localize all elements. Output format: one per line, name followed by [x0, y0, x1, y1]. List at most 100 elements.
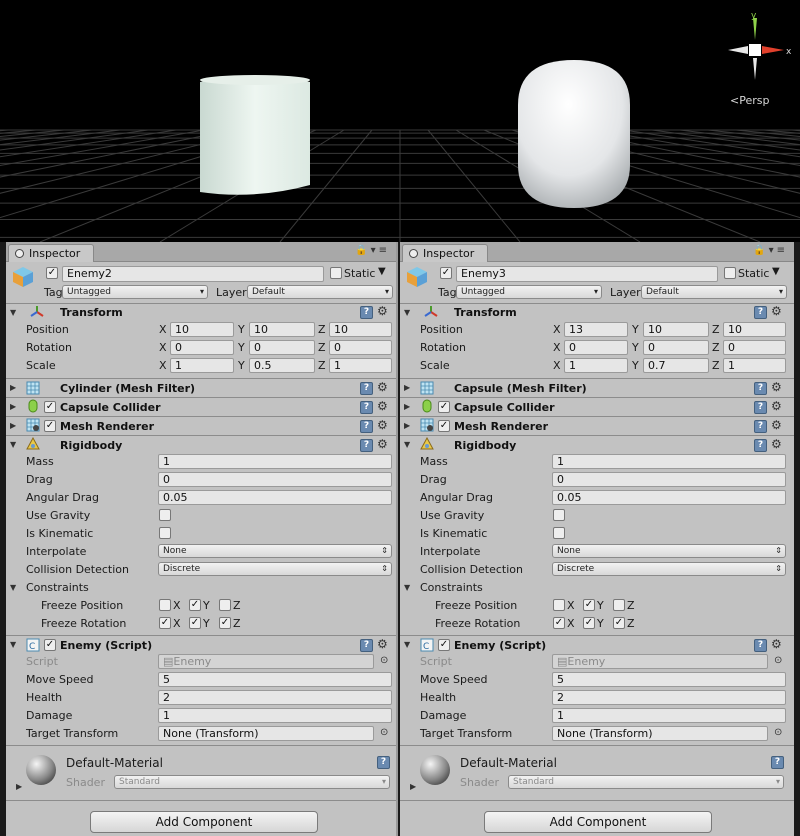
rigidbody-header[interactable]: ▼ Rigidbody ? ⚙ — [400, 436, 794, 454]
z-field[interactable]: 10 — [723, 322, 786, 337]
object-name-field[interactable]: Enemy3 — [456, 266, 718, 282]
help-icon[interactable]: ? — [360, 439, 373, 452]
freeze-pos-z-checkbox[interactable] — [613, 599, 625, 611]
fold-down-icon[interactable]: ▼ — [10, 583, 16, 592]
help-icon[interactable]: ? — [754, 382, 767, 395]
enabled-checkbox[interactable]: ✓ — [44, 420, 56, 432]
tab-inspector[interactable]: Inspector — [402, 244, 488, 262]
gear-icon[interactable]: ⚙ — [771, 380, 782, 394]
constraints-label[interactable]: Constraints — [26, 581, 89, 594]
mesh-filter-header[interactable]: ▶ Cylinder (Mesh Filter) ? ⚙ — [6, 379, 396, 397]
freeze-rot-x-checkbox[interactable]: ✓ — [553, 617, 565, 629]
angular-drag-field[interactable]: 0.05 — [552, 490, 786, 505]
fold-right-icon[interactable]: ▶ — [10, 383, 16, 392]
gear-icon[interactable]: ⚙ — [377, 304, 388, 318]
fold-right-icon[interactable]: ▶ — [16, 782, 22, 791]
help-icon[interactable]: ? — [360, 401, 373, 414]
collision-detection-dropdown[interactable]: Discrete ⇕ — [552, 562, 786, 576]
y-field[interactable]: 10 — [643, 322, 709, 337]
freeze-rot-z-checkbox[interactable]: ✓ — [219, 617, 231, 629]
collider-header[interactable]: ▶ ✓ Capsule Collider ? ⚙ — [400, 398, 794, 416]
x-field[interactable]: 0 — [170, 340, 234, 355]
help-icon[interactable]: ? — [377, 756, 390, 769]
z-field[interactable]: 0 — [329, 340, 392, 355]
help-icon[interactable]: ? — [360, 306, 373, 319]
fold-down-icon[interactable]: ▼ — [404, 440, 410, 449]
y-field[interactable]: 10 — [249, 322, 315, 337]
fold-down-icon[interactable]: ▼ — [404, 583, 410, 592]
z-field[interactable]: 0 — [723, 340, 786, 355]
enabled-checkbox[interactable]: ✓ — [44, 401, 56, 413]
is-kinematic-checkbox[interactable] — [553, 527, 565, 539]
tab-inspector[interactable]: Inspector — [8, 244, 94, 262]
collider-header[interactable]: ▶ ✓ Capsule Collider ? ⚙ — [6, 398, 396, 416]
fold-down-icon[interactable]: ▼ — [404, 308, 410, 317]
interpolate-dropdown[interactable]: None ⇕ — [552, 544, 786, 558]
tab-tools[interactable]: 🔒▾≡ — [355, 245, 390, 256]
help-icon[interactable]: ? — [360, 639, 373, 652]
fold-down-icon[interactable]: ▼ — [10, 440, 16, 449]
enabled-checkbox[interactable]: ✓ — [438, 420, 450, 432]
z-field[interactable]: 1 — [723, 358, 786, 373]
gear-icon[interactable]: ⚙ — [377, 380, 388, 394]
help-icon[interactable]: ? — [771, 756, 784, 769]
tab-tools[interactable]: 🔒▾≡ — [753, 245, 788, 256]
target-transform-field[interactable]: None (Transform) — [158, 726, 374, 741]
renderer-header[interactable]: ▶ ✓ Mesh Renderer ? ⚙ — [400, 417, 794, 435]
rigidbody-header[interactable]: ▼ Rigidbody ? ⚙ — [6, 436, 396, 454]
x-field[interactable]: 0 — [564, 340, 628, 355]
fold-right-icon[interactable]: ▶ — [10, 421, 16, 430]
object-name-field[interactable]: Enemy2 — [62, 266, 324, 282]
target-transform-field[interactable]: None (Transform) — [552, 726, 768, 741]
freeze-pos-z-checkbox[interactable] — [219, 599, 231, 611]
fold-right-icon[interactable]: ▶ — [404, 421, 410, 430]
persp-label[interactable]: <Persp — [730, 94, 769, 107]
health-field[interactable]: 2 — [158, 690, 392, 705]
freeze-rot-y-checkbox[interactable]: ✓ — [189, 617, 201, 629]
freeze-pos-y-checkbox[interactable]: ✓ — [583, 599, 595, 611]
y-field[interactable]: 0.5 — [249, 358, 315, 373]
z-field[interactable]: 1 — [329, 358, 392, 373]
fold-down-icon[interactable]: ▼ — [10, 308, 16, 317]
help-icon[interactable]: ? — [754, 439, 767, 452]
layer-dropdown[interactable]: Default ▾ — [641, 285, 787, 299]
move-speed-field[interactable]: 5 — [552, 672, 786, 687]
gear-icon[interactable]: ⚙ — [771, 399, 782, 413]
help-icon[interactable]: ? — [754, 420, 767, 433]
add-component-button[interactable]: Add Component — [484, 811, 712, 833]
gear-icon[interactable]: ⚙ — [771, 304, 782, 318]
drag-field[interactable]: 0 — [158, 472, 392, 487]
gear-icon[interactable]: ⚙ — [377, 399, 388, 413]
x-field[interactable]: 1 — [170, 358, 234, 373]
gear-icon[interactable]: ⚙ — [771, 637, 782, 651]
use-gravity-checkbox[interactable] — [159, 509, 171, 521]
gear-icon[interactable]: ⚙ — [377, 418, 388, 432]
gear-icon[interactable]: ⚙ — [771, 418, 782, 432]
menu-icon[interactable]: ▾≡ — [769, 245, 788, 256]
fold-right-icon[interactable]: ▶ — [404, 402, 410, 411]
static-checkbox[interactable] — [724, 267, 736, 279]
tag-dropdown[interactable]: Untagged ▾ — [456, 285, 602, 299]
gear-icon[interactable]: ⚙ — [377, 637, 388, 651]
y-field[interactable]: 0 — [249, 340, 315, 355]
mesh-filter-header[interactable]: ▶ Capsule (Mesh Filter) ? ⚙ — [400, 379, 794, 397]
enabled-checkbox[interactable]: ✓ — [44, 639, 56, 651]
enabled-checkbox[interactable]: ✓ — [438, 639, 450, 651]
static-dropdown-icon[interactable]: ▼ — [772, 266, 780, 277]
add-component-button[interactable]: Add Component — [90, 811, 318, 833]
fold-right-icon[interactable]: ▶ — [410, 782, 416, 791]
orientation-gizmo[interactable]: y x — [718, 10, 798, 90]
constraints-label[interactable]: Constraints — [420, 581, 483, 594]
script-header[interactable]: ▼ C ✓ Enemy (Script) ? ⚙ — [6, 636, 396, 654]
move-speed-field[interactable]: 5 — [158, 672, 392, 687]
script-header[interactable]: ▼ C ✓ Enemy (Script) ? ⚙ — [400, 636, 794, 654]
fold-down-icon[interactable]: ▼ — [404, 640, 410, 649]
active-checkbox[interactable]: ✓ — [46, 267, 58, 279]
damage-field[interactable]: 1 — [158, 708, 392, 723]
active-checkbox[interactable]: ✓ — [440, 267, 452, 279]
scene-view[interactable]: y x <Persp — [0, 0, 800, 242]
mass-field[interactable]: 1 — [552, 454, 786, 469]
fold-down-icon[interactable]: ▼ — [10, 640, 16, 649]
renderer-header[interactable]: ▶ ✓ Mesh Renderer ? ⚙ — [6, 417, 396, 435]
gear-icon[interactable]: ⚙ — [377, 437, 388, 451]
